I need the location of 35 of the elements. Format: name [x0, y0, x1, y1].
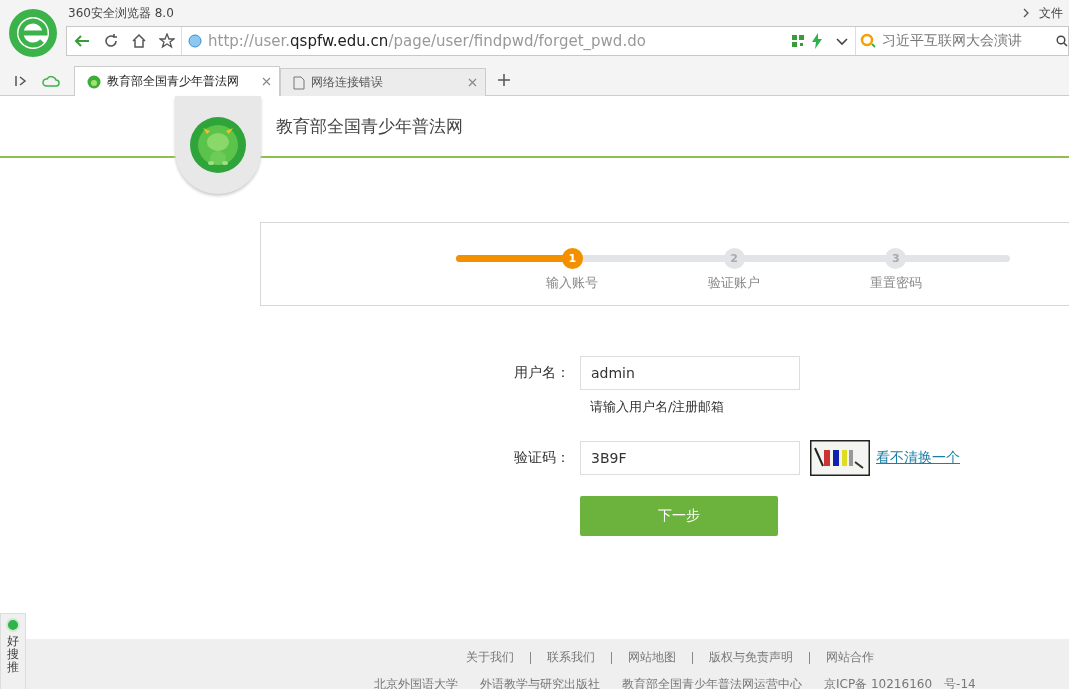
- page-icon: [293, 75, 305, 90]
- field-label: 用户名：: [513, 364, 570, 382]
- recommend-widget[interactable]: 好搜推: [0, 613, 26, 689]
- step-number: 3: [885, 248, 907, 269]
- field-hint: 请输入用户名/注册邮箱: [590, 398, 726, 416]
- site-title: 教育部全国青少年普法网: [276, 114, 463, 138]
- step-label: 验证账户: [708, 275, 761, 292]
- window-title: 360安全浏览器 8.0: [68, 4, 174, 22]
- footer-link[interactable]: 版权与免责声明: [709, 649, 793, 666]
- footer-text: 外语教学与研究出版社: [480, 676, 600, 689]
- username-field[interactable]: admin: [580, 356, 800, 390]
- close-icon[interactable]: [262, 77, 271, 86]
- step-label: 重置密码: [869, 275, 922, 292]
- browser-tab[interactable]: 教育部全国青少年普法网: [74, 66, 280, 96]
- refresh-captcha-link[interactable]: 看不清换一个: [876, 449, 960, 467]
- next-button[interactable]: 下一步: [580, 496, 778, 536]
- menu-item[interactable]: 文件: [1039, 4, 1063, 22]
- step-number: 1: [561, 248, 583, 269]
- footer-link[interactable]: 网站地图: [628, 649, 676, 666]
- browser-logo-icon: [8, 8, 58, 58]
- step-number: 2: [723, 248, 745, 269]
- field-label: 验证码：: [513, 449, 570, 467]
- footer-link[interactable]: 关于我们: [466, 649, 514, 666]
- mascot-favicon-icon: [87, 74, 101, 89]
- footer-link[interactable]: 网站合作: [826, 649, 874, 666]
- sidebar-toggle-icon[interactable]: [14, 74, 28, 88]
- browser-tab[interactable]: 网络连接错误: [280, 68, 486, 96]
- new-tab-icon[interactable]: [498, 74, 510, 86]
- captcha-field[interactable]: 3B9F: [580, 441, 800, 475]
- step-label: 输入账号: [546, 275, 599, 292]
- chevron-icon[interactable]: [1023, 8, 1029, 18]
- close-icon[interactable]: [468, 78, 477, 87]
- footer-text: 京ICP备 10216160 号-14: [824, 676, 976, 689]
- footer-link[interactable]: 联系我们: [547, 649, 595, 666]
- footer-text: 北京外国语大学: [374, 676, 458, 689]
